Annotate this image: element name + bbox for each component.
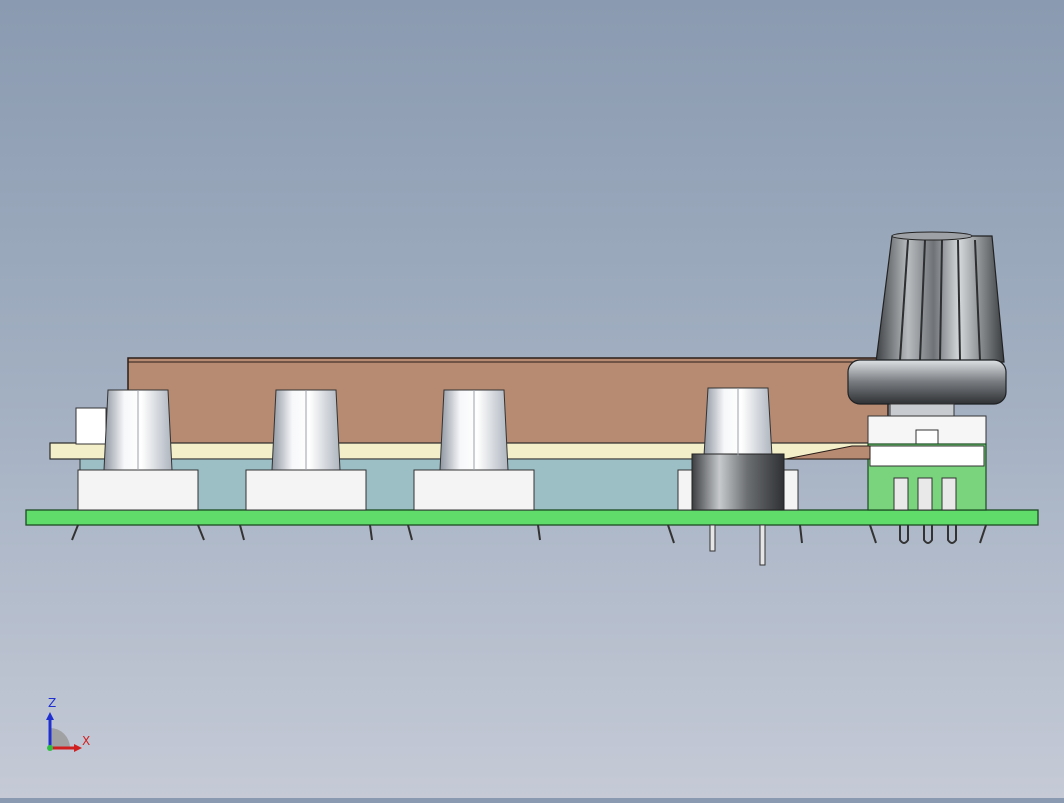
cad-viewport[interactable]: Z X xyxy=(0,0,1064,798)
rotary-encoder xyxy=(847,231,1007,544)
display-board xyxy=(127,357,889,445)
z-axis-label: Z xyxy=(48,696,57,710)
assembly-drawing xyxy=(25,231,1039,566)
main-pcb xyxy=(25,509,1039,526)
x-axis-label: X xyxy=(82,734,91,748)
axis-triad: Z X xyxy=(40,696,100,760)
